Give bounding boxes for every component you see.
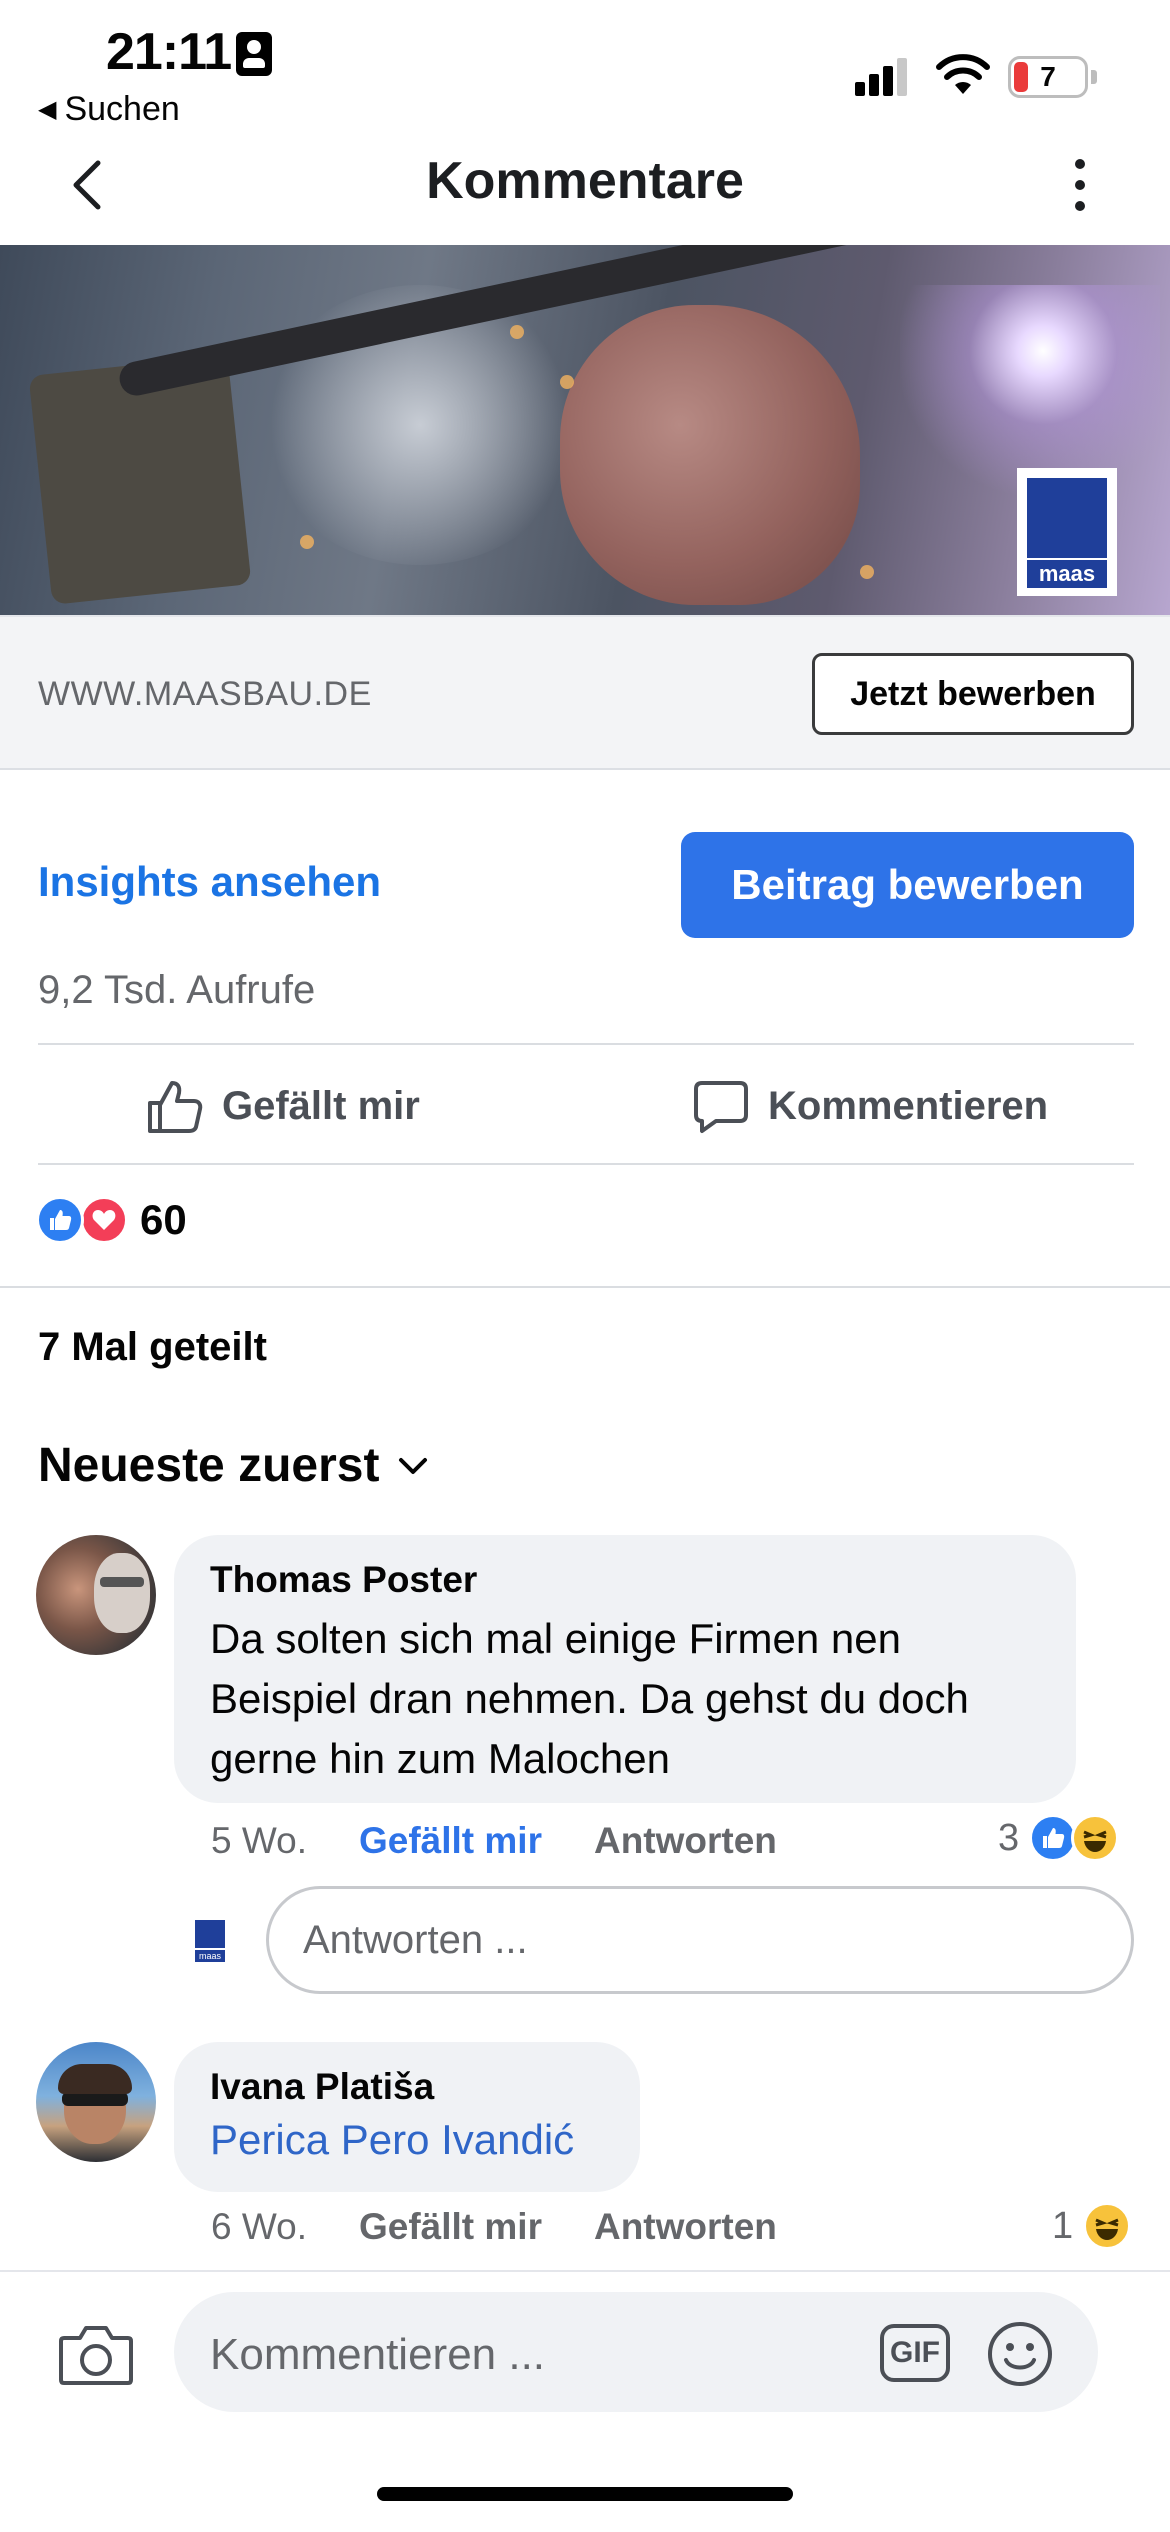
wifi-icon	[936, 54, 990, 94]
comment-time[interactable]: 5 Wo.	[211, 1820, 307, 1862]
maas-logo: maas	[1017, 468, 1117, 596]
comment-reaction-count: 1	[1052, 2204, 1074, 2247]
page-avatar: maas	[195, 1920, 225, 1962]
contact-card-icon	[236, 32, 272, 76]
cellular-signal-icon	[855, 58, 913, 96]
divider	[38, 1043, 1134, 1045]
status-time: 21:11	[106, 23, 232, 81]
thumbs-up-icon	[148, 1081, 203, 1133]
page-avatar-text: maas	[195, 1950, 225, 1962]
boost-post-button[interactable]: Beitrag bewerben	[681, 832, 1134, 938]
comment-actions: 5 Wo. Gefällt mir Antworten	[211, 1820, 777, 1862]
comment-text: Da solten sich mal einige Firmen nen Bei…	[210, 1615, 969, 1782]
sort-dropdown[interactable]: Neueste zuerst	[38, 1438, 429, 1493]
status-bar: 21:11 ◀ Suchen 7	[0, 0, 1170, 135]
avatar[interactable]	[36, 1535, 156, 1655]
divider	[0, 1286, 1170, 1288]
back-triangle-icon: ◀	[38, 96, 57, 123]
post-image[interactable]	[0, 245, 1170, 615]
insights-link[interactable]: Insights ansehen	[38, 858, 381, 906]
haha-reaction-icon	[1083, 2202, 1132, 2250]
comment-like-button[interactable]: Gefällt mir	[359, 1820, 542, 1862]
maas-logo-text: maas	[1027, 560, 1107, 588]
comment-time[interactable]: 6 Wo.	[211, 2206, 307, 2248]
back-to-app-label: Suchen	[64, 90, 180, 128]
comment-author[interactable]: Thomas Poster	[210, 1559, 1040, 1601]
battery-icon: 7	[1008, 56, 1088, 98]
avatar[interactable]	[36, 2042, 156, 2162]
comment-reply-button[interactable]: Antworten	[594, 1820, 777, 1862]
comment-reaction-count: 3	[998, 1816, 1020, 1859]
love-reaction-icon	[80, 1196, 128, 1244]
like-button[interactable]: Gefällt mir	[146, 1070, 420, 1142]
like-reaction-icon	[36, 1196, 84, 1244]
more-options-icon[interactable]	[1060, 155, 1100, 215]
reply-input[interactable]: Antworten ...	[266, 1886, 1134, 1994]
comment-author[interactable]: Ivana Platiša	[210, 2066, 604, 2108]
like-label: Gefällt mir	[222, 1083, 420, 1128]
back-to-app[interactable]: ◀ Suchen	[38, 90, 180, 129]
comment-reactions[interactable]: 1	[1052, 2202, 1132, 2250]
comment-bubble-icon	[694, 1081, 748, 1133]
comment-reactions[interactable]: 3	[998, 1814, 1120, 1862]
like-reaction-icon	[1029, 1814, 1078, 1862]
comment-like-button[interactable]: Gefällt mir	[359, 2206, 542, 2248]
chevron-down-icon	[399, 1457, 428, 1474]
view-count: 9,2 Tsd. Aufrufe	[38, 968, 316, 1012]
share-count[interactable]: 7 Mal geteilt	[38, 1325, 267, 1370]
battery-level: 7	[1040, 61, 1056, 92]
emoji-icon[interactable]	[986, 2320, 1054, 2388]
comment-actions: 6 Wo. Gefällt mir Antworten	[211, 2206, 777, 2248]
sort-label: Neueste zuerst	[38, 1439, 380, 1492]
comment-mention[interactable]: Perica Pero Ivandić	[210, 2116, 604, 2164]
camera-icon[interactable]	[58, 2322, 134, 2386]
comment-bubble: Thomas Poster Da solten sich mal einige …	[174, 1535, 1076, 1803]
reaction-summary[interactable]: 60	[36, 1196, 187, 1244]
link-url: WWW.MAASBAU.DE	[38, 675, 372, 713]
page-title: Kommentare	[426, 152, 744, 210]
divider	[38, 1163, 1134, 1165]
comment-input[interactable]: Kommentieren ... GIF	[174, 2292, 1098, 2412]
comment-reply-button[interactable]: Antworten	[594, 2206, 777, 2248]
header: Kommentare	[0, 135, 1170, 245]
gif-button[interactable]: GIF	[880, 2324, 950, 2382]
home-indicator[interactable]	[377, 2487, 793, 2501]
comment-label: Kommentieren	[768, 1083, 1049, 1128]
comment-bubble: Ivana Platiša Perica Pero Ivandić	[174, 2042, 640, 2192]
apply-now-button[interactable]: Jetzt bewerben	[812, 653, 1134, 735]
reaction-count: 60	[140, 1196, 187, 1243]
comment-button[interactable]: Kommentieren	[692, 1070, 1048, 1142]
link-preview-bar[interactable]: WWW.MAASBAU.DE Jetzt bewerben	[0, 615, 1170, 770]
haha-reaction-icon	[1071, 1814, 1120, 1862]
comment-input-placeholder: Kommentieren ...	[210, 2330, 546, 2379]
battery-tip	[1091, 70, 1097, 84]
